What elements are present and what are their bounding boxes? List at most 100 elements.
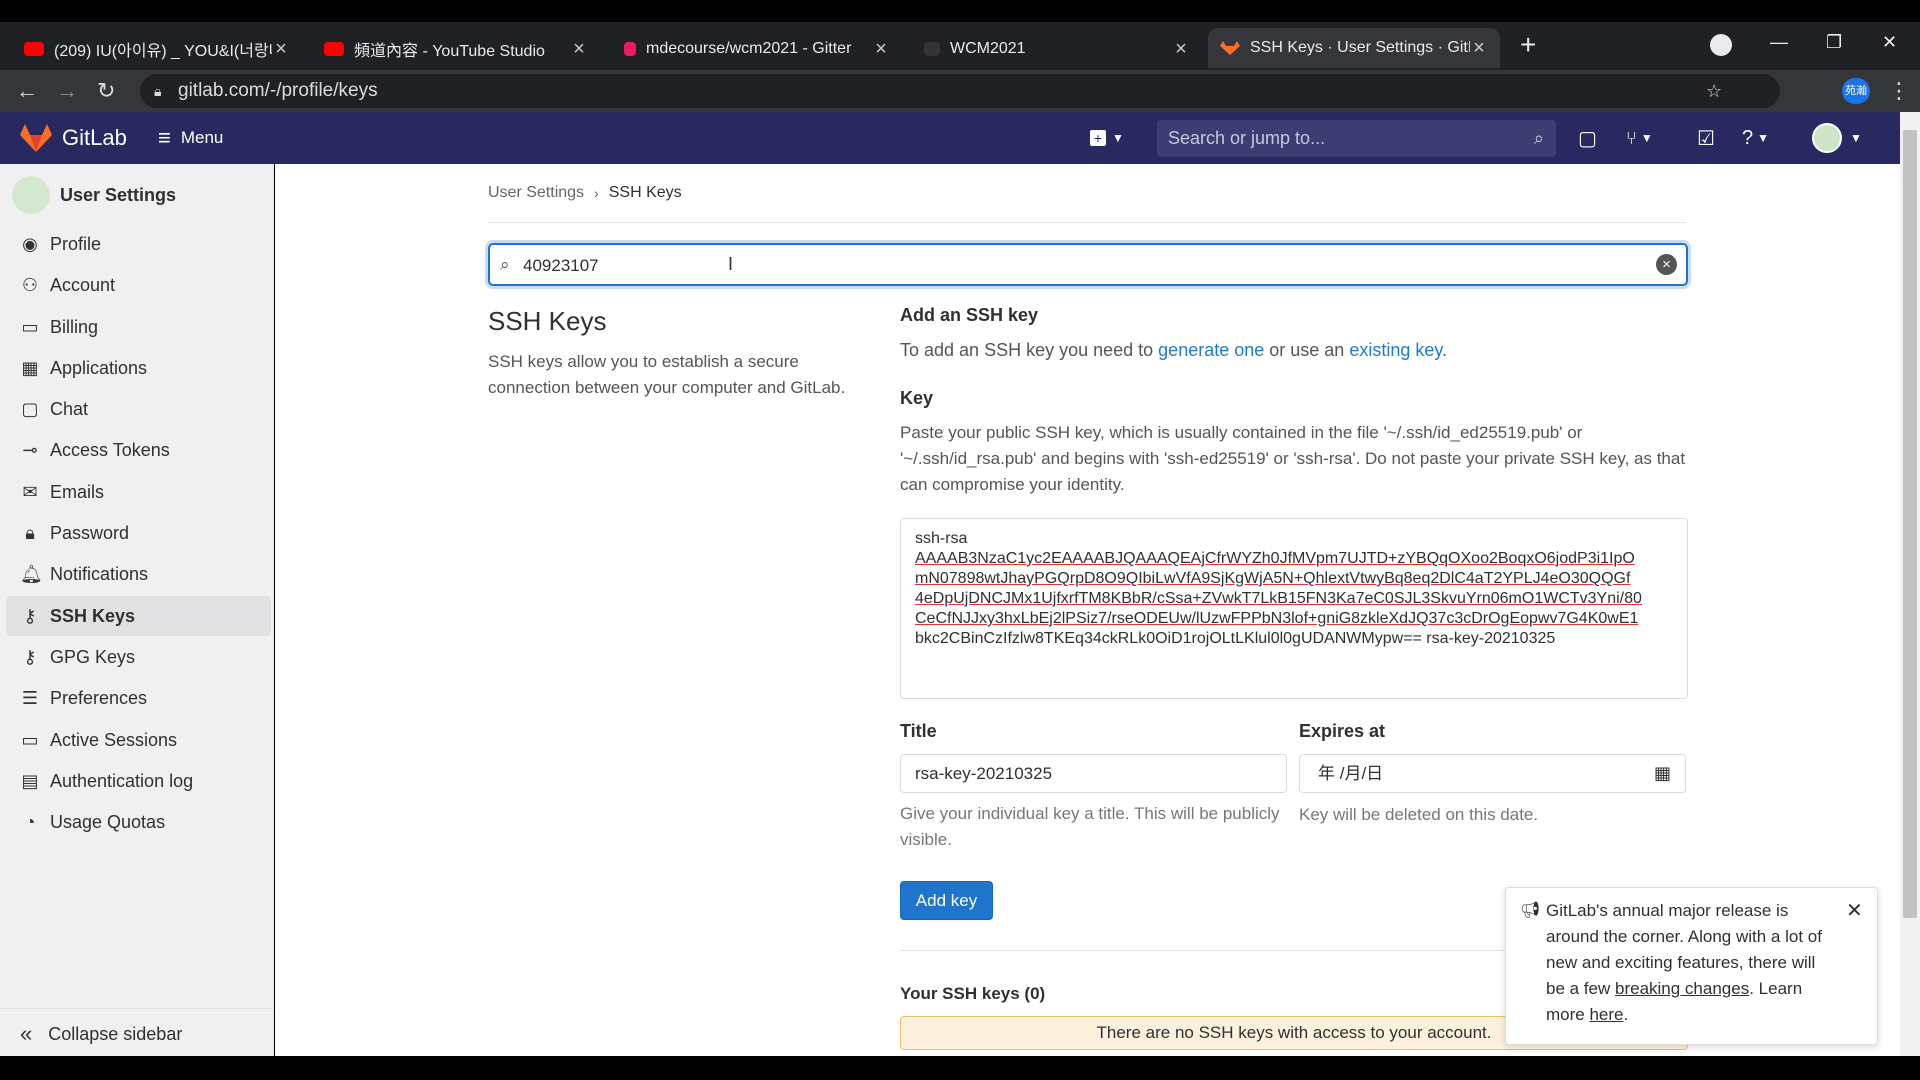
- sidebar-item-usage-quotas[interactable]: ◔ Usage Quotas: [6, 802, 271, 842]
- lock-icon: 🔒︎: [25, 522, 35, 543]
- breaking-changes-link[interactable]: breaking changes: [1615, 979, 1749, 998]
- sidebar-item-access-tokens[interactable]: ⊸ Access Tokens: [6, 430, 271, 470]
- avatar: [1812, 123, 1842, 153]
- applications-icon: ▦: [21, 357, 39, 378]
- sidebar-item-profile[interactable]: ◉ Profile: [6, 224, 271, 264]
- form-instruction: To add an SSH key you need to generate o…: [900, 340, 1447, 361]
- close-icon[interactable]: ✕: [1846, 898, 1863, 923]
- existing-key-link[interactable]: existing key: [1349, 340, 1442, 360]
- close-icon[interactable]: ×: [1172, 39, 1190, 59]
- gitlab-logo-icon: [20, 124, 52, 152]
- search-placeholder: Search or jump to...: [1168, 128, 1326, 148]
- back-icon[interactable]: ←: [16, 80, 38, 102]
- sidebar-item-label: SSH Keys: [50, 605, 136, 626]
- search-icon: ⌕: [1533, 128, 1544, 148]
- reload-icon[interactable]: ↻: [97, 80, 115, 102]
- breadcrumb-parent[interactable]: User Settings: [488, 184, 584, 202]
- collapse-sidebar-button[interactable]: « Collapse sidebar: [20, 1014, 182, 1054]
- gitlab-top-nav: GitLab ≡ Menu + ▼ Search or jump to... ⌕…: [0, 112, 1900, 164]
- browser-tab[interactable]: mdecourse/wcm2021 - Gitter ×: [612, 30, 902, 68]
- sidebar-item-authentication-log[interactable]: ▤ Authentication log: [6, 761, 271, 801]
- tab-search-icon[interactable]: [1710, 34, 1732, 56]
- sidebar-item-label: Authentication log: [50, 770, 194, 791]
- menu-label: Menu: [180, 128, 224, 147]
- gitlab-home-link[interactable]: GitLab: [20, 112, 127, 164]
- todos-icon[interactable]: ☑: [1697, 112, 1715, 164]
- key-label: Key: [900, 388, 934, 408]
- help-icon[interactable]: ? ▼: [1742, 112, 1769, 164]
- restore-icon[interactable]: ❐: [1826, 32, 1842, 53]
- sidebar-item-label: GPG Keys: [50, 646, 136, 667]
- global-search-input[interactable]: Search or jump to... ⌕: [1157, 120, 1556, 157]
- sidebar-item-notifications[interactable]: 🔔︎ Notifications: [6, 554, 271, 594]
- close-window-icon[interactable]: ✕: [1882, 32, 1897, 53]
- sidebar-item-label: Account: [50, 274, 116, 295]
- filter-input[interactable]: ⌕ 40923107 ×: [488, 243, 1688, 286]
- browser-tab[interactable]: (209) IU(아이유) _ YOU&I(너랑나) ×: [12, 30, 302, 68]
- expires-date-input[interactable]: 年 /月/日 ▦: [1299, 754, 1686, 793]
- sidebar-item-label: Chat: [50, 398, 89, 419]
- key-line: ssh-rsa: [915, 530, 968, 547]
- profile-avatar[interactable]: 苑瀚: [1842, 78, 1870, 104]
- sidebar-item-chat[interactable]: ▢ Chat: [6, 389, 271, 429]
- gitter-favicon-icon: [624, 42, 636, 56]
- browser-tab-active[interactable]: SSH Keys · User Settings · GitLab ×: [1208, 28, 1500, 68]
- gitlab-brand: GitLab: [62, 125, 127, 150]
- close-icon[interactable]: ×: [272, 39, 290, 59]
- clear-icon[interactable]: ×: [1656, 254, 1677, 275]
- lock-icon: 🔒︎: [154, 83, 162, 99]
- browser-tab-bar: (209) IU(아이유) _ YOU&I(너랑나) × 頻道內容 - YouT…: [0, 22, 1920, 70]
- close-icon[interactable]: ×: [1470, 38, 1488, 58]
- browser-menu-icon[interactable]: ⋮: [1888, 78, 1910, 104]
- breadcrumb: User Settings › SSH Keys: [488, 184, 682, 202]
- plus-square-icon: +: [1090, 130, 1106, 146]
- bookmark-star-icon[interactable]: ☆: [1706, 74, 1722, 108]
- browser-tab[interactable]: WCM2021 ×: [912, 30, 1202, 68]
- user-avatar-menu[interactable]: ▼: [1812, 112, 1862, 164]
- sidebar-item-active-sessions[interactable]: ▭ Active Sessions: [6, 720, 271, 760]
- expires-help-text: Key will be deleted on this date.: [1299, 805, 1539, 824]
- url-field[interactable]: 🔒︎ gitlab.com/-/profile/keys ☆: [140, 74, 1780, 108]
- sidebar-item-preferences[interactable]: ☰ Preferences: [6, 678, 271, 718]
- sidebar-item-label: Usage Quotas: [50, 811, 166, 832]
- chevron-down-icon: ▼: [1640, 131, 1653, 145]
- tab-title: 頻道內容 - YouTube Studio: [354, 43, 545, 60]
- search-icon: ⌕: [500, 255, 510, 274]
- generate-one-link[interactable]: generate one: [1158, 340, 1264, 360]
- forward-icon[interactable]: →: [56, 80, 78, 102]
- sidebar-item-ssh-keys[interactable]: ⚷ SSH Keys: [6, 596, 271, 636]
- key-help-text: Paste your public SSH key, which is usua…: [900, 423, 1686, 494]
- chevron-down-icon: ▼: [1112, 131, 1124, 145]
- instruction-text: or use an: [1264, 340, 1350, 360]
- sidebar-item-billing[interactable]: ▭ Billing: [6, 307, 271, 347]
- merge-requests-icon[interactable]: ⑂ ▼: [1626, 112, 1653, 164]
- new-tab-button[interactable]: +: [1520, 30, 1536, 60]
- sidebar-item-account[interactable]: ⚇ Account: [6, 265, 271, 305]
- menu-button[interactable]: ≡ Menu: [158, 112, 223, 164]
- close-icon[interactable]: ×: [872, 39, 890, 59]
- sidebar-item-applications[interactable]: ▦ Applications: [6, 348, 271, 388]
- sidebar-item-gpg-keys[interactable]: ⚷ GPG Keys: [6, 637, 271, 677]
- issues-icon[interactable]: ▢: [1578, 112, 1597, 164]
- new-dropdown-button[interactable]: + ▼: [1090, 112, 1124, 164]
- sidebar-item-label: Password: [50, 522, 130, 543]
- learn-more-link[interactable]: here: [1589, 1005, 1623, 1024]
- sidebar-item-password[interactable]: 🔒︎ Password: [6, 513, 271, 553]
- key-line: AAAAB3NzaC1yc2EAAAABJQAAAQEAjCfrWYZh0JfM…: [915, 550, 1635, 567]
- calendar-icon[interactable]: ▦: [1654, 755, 1671, 792]
- minimize-icon[interactable]: —: [1770, 32, 1788, 53]
- url-text: gitlab.com/-/profile/keys: [178, 80, 378, 101]
- hamburger-icon: ≡: [158, 125, 171, 150]
- scrollbar-thumb[interactable]: [1903, 130, 1917, 918]
- sidebar-item-label: Notifications: [50, 563, 149, 584]
- key-line: 4eDpUjDNCJMx1UjfxrfTM8KBbR/cSsa+ZVwkT7Lk…: [915, 590, 1642, 607]
- browser-tab[interactable]: 頻道內容 - YouTube Studio ×: [312, 30, 600, 68]
- title-help-text: Give your individual key a title. This w…: [900, 804, 1280, 849]
- sidebar-item-label: Preferences: [50, 687, 148, 708]
- sidebar-item-emails[interactable]: ✉ Emails: [6, 472, 271, 512]
- title-input[interactable]: rsa-key-20210325: [900, 754, 1287, 793]
- add-key-button[interactable]: Add key: [900, 881, 993, 920]
- sidebar-header[interactable]: User Settings: [12, 176, 176, 214]
- key-textarea[interactable]: ssh-rsa AAAAB3NzaC1yc2EAAAABJQAAAQEAjCfr…: [900, 518, 1688, 699]
- close-icon[interactable]: ×: [570, 39, 588, 59]
